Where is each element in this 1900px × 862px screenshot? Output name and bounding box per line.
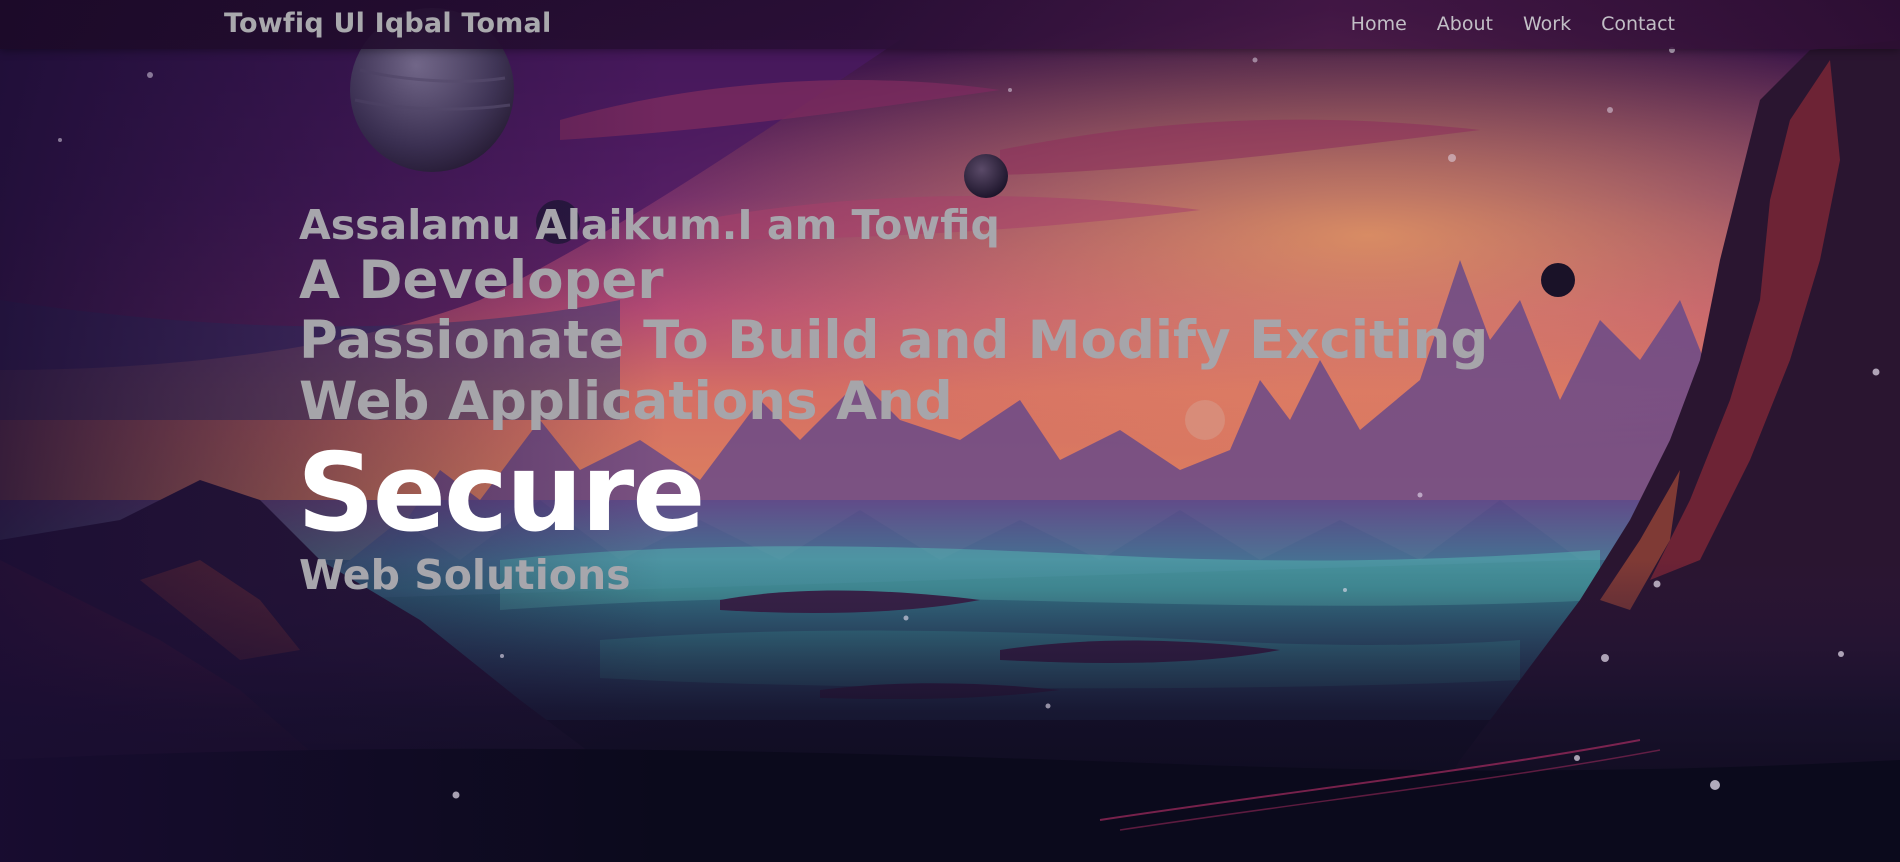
top-navbar: Towfiq Ul Iqbal Tomal Home About Work Co… [0, 0, 1900, 49]
nav-link-contact[interactable]: Contact [1601, 12, 1675, 36]
hero-emphasis-word: Secure [297, 431, 705, 556]
hero-tagline: Passionate To Build and Modify Exciting … [299, 310, 1489, 432]
page-viewport: Towfiq Ul Iqbal Tomal Home About Work Co… [0, 0, 1900, 862]
hero-subtitle: Web Solutions [299, 551, 631, 599]
hero-greeting: Assalamu Alaikum.I am Towfiq [299, 201, 1000, 249]
nav-link-about[interactable]: About [1437, 12, 1493, 36]
nav-links: Home About Work Contact [1351, 12, 1675, 36]
nav-link-work[interactable]: Work [1523, 12, 1571, 36]
nav-link-home[interactable]: Home [1351, 12, 1407, 36]
brand-logo-link[interactable]: Towfiq Ul Iqbal Tomal [224, 8, 551, 40]
hero-role: A Developer [299, 250, 664, 311]
